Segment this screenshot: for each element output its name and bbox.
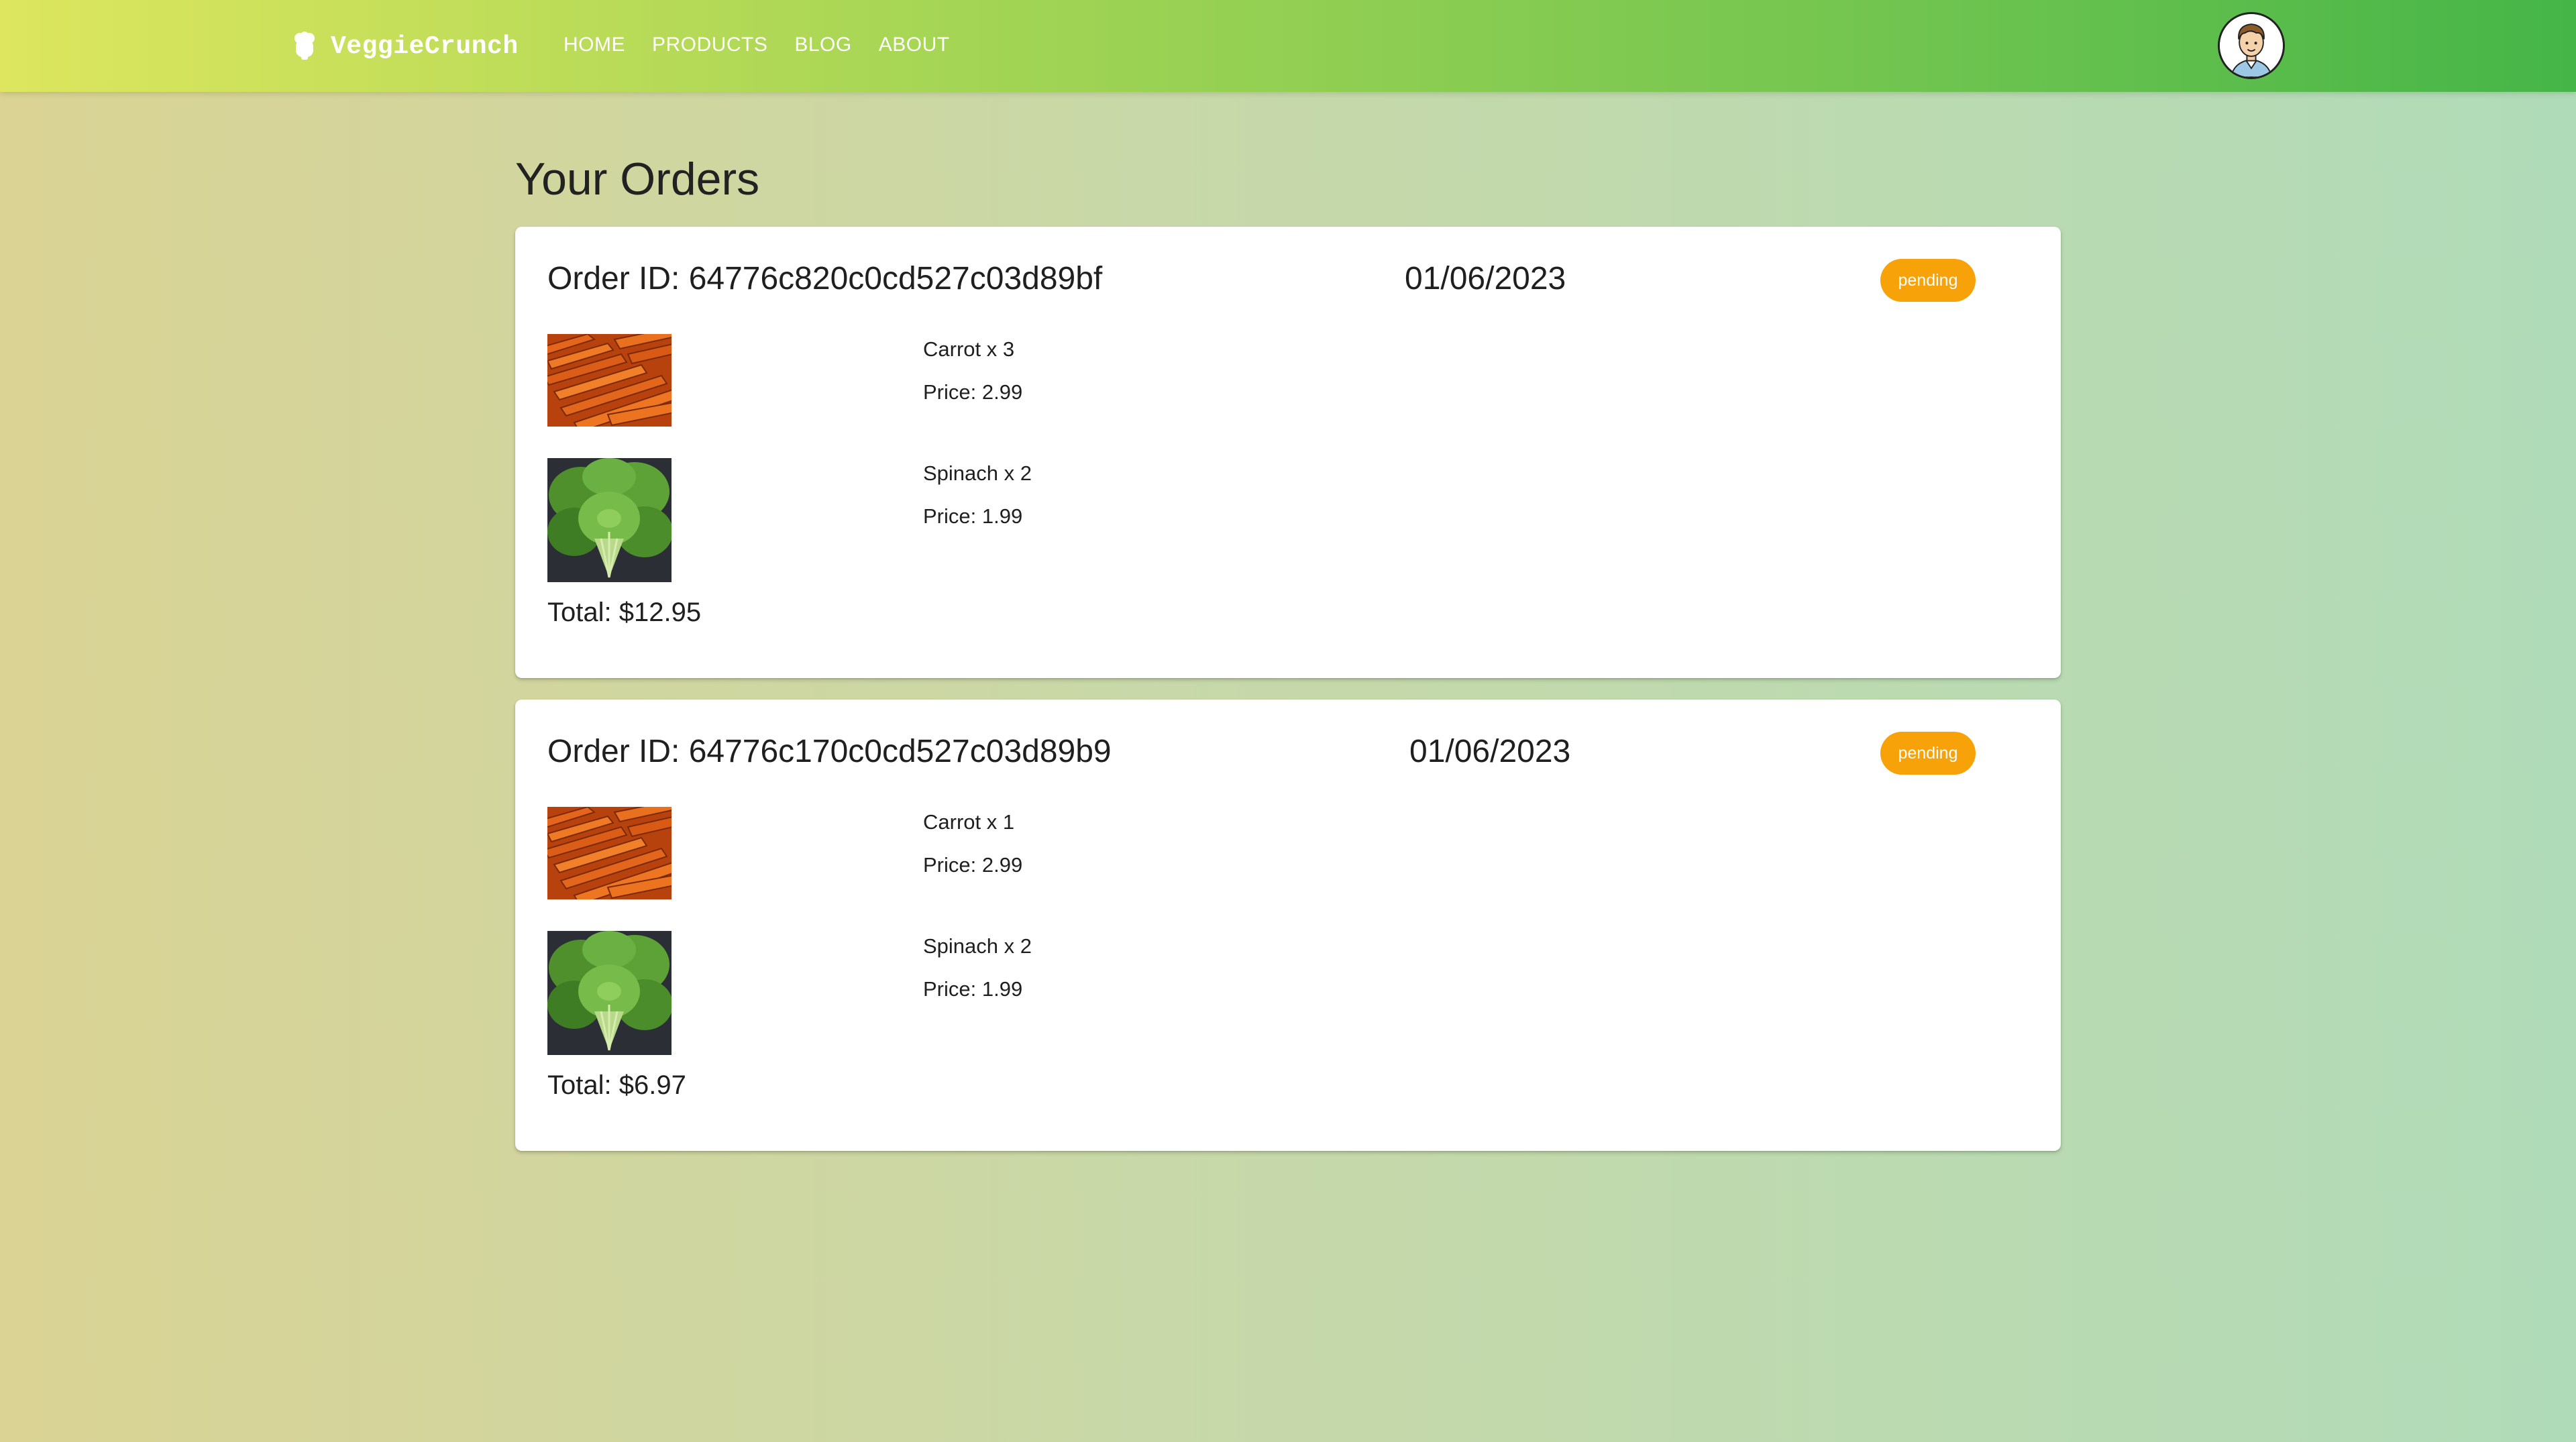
user-avatar-icon [2220, 14, 2283, 77]
status-badge: pending [1880, 259, 1976, 302]
nav-about[interactable]: ABOUT [879, 31, 950, 59]
user-avatar-button[interactable] [2218, 12, 2285, 79]
item-price: Price: 2.99 [923, 380, 1023, 404]
app-bar: VeggieCrunch HOME PRODUCTS BLOG ABOUT [0, 0, 2576, 92]
item-name-qty: Carrot x 1 [923, 810, 1015, 834]
carrot-image [547, 807, 672, 899]
item-price: Price: 1.99 [923, 977, 1023, 1001]
broccoli-icon [294, 32, 315, 60]
order-card: Order ID: 64776c820c0cd527c03d89bf 01/06… [515, 227, 2061, 678]
order-total: Total: $12.95 [547, 598, 702, 627]
order-date: 01/06/2023 [1409, 734, 1571, 769]
order-id: Order ID: 64776c170c0cd527c03d89b9 [547, 734, 1112, 769]
item-price: Price: 1.99 [923, 504, 1023, 528]
spinach-image [547, 458, 672, 582]
brand-name: VeggieCrunch [331, 32, 519, 61]
spinach-image [547, 931, 672, 1055]
status-badge: pending [1880, 732, 1976, 775]
item-price: Price: 2.99 [923, 853, 1023, 877]
carrot-image [547, 334, 672, 427]
item-name-qty: Spinach x 2 [923, 461, 1032, 485]
order-total: Total: $6.97 [547, 1070, 686, 1100]
brand-link[interactable]: VeggieCrunch [293, 29, 519, 64]
page-title: Your Orders [515, 154, 760, 205]
nav-home[interactable]: HOME [564, 31, 625, 59]
order-card: Order ID: 64776c170c0cd527c03d89b9 01/06… [515, 700, 2061, 1151]
order-id: Order ID: 64776c820c0cd527c03d89bf [547, 261, 1103, 296]
item-name-qty: Spinach x 2 [923, 934, 1032, 958]
order-date: 01/06/2023 [1405, 261, 1566, 296]
main-nav: HOME PRODUCTS BLOG ABOUT [564, 31, 950, 59]
item-name-qty: Carrot x 3 [923, 337, 1015, 361]
nav-blog[interactable]: BLOG [794, 31, 851, 59]
nav-products[interactable]: PRODUCTS [652, 31, 767, 59]
